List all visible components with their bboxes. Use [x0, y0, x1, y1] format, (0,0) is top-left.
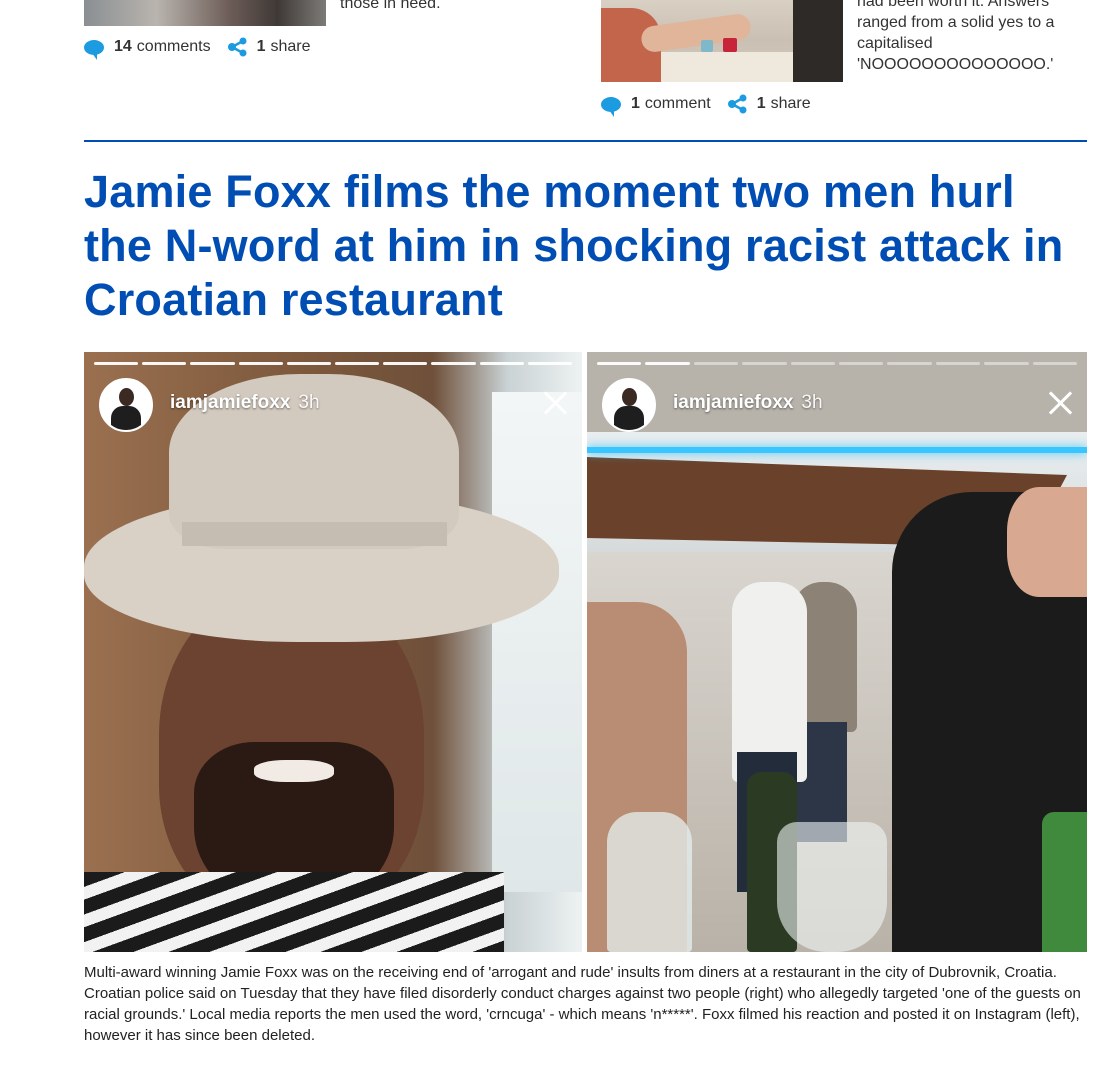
username-text[interactable]: iamjamiefoxx	[673, 392, 793, 413]
article-image-left[interactable]: iamjamiefoxx 3h	[84, 352, 582, 952]
thumbnail-cup	[701, 40, 713, 52]
share-label[interactable]: share	[271, 38, 311, 56]
story-time: 3h	[298, 392, 320, 413]
wine-glass	[777, 822, 887, 952]
teaser-right-snippet: had been worth it. Answers ranged from a…	[857, 0, 1055, 73]
share-label[interactable]: share	[771, 95, 811, 113]
username-text[interactable]: iamjamiefoxx	[170, 392, 290, 413]
water-bottle	[607, 812, 692, 952]
close-icon[interactable]	[542, 390, 568, 416]
comment-count[interactable]: 14	[114, 38, 132, 56]
teaser-left-thumbnail[interactable]	[84, 0, 326, 26]
story-progress-bar	[94, 362, 573, 365]
thumbnail-person	[793, 0, 843, 82]
teaser-right-meta: 1 comment 1 share	[601, 92, 827, 117]
image-caption: Multi-award winning Jamie Foxx was on th…	[84, 964, 1081, 1044]
diner-head	[1007, 487, 1087, 597]
story-time: 3h	[801, 392, 823, 413]
share-count[interactable]: 1	[757, 95, 766, 113]
striped-shirt	[84, 872, 504, 952]
comment-count[interactable]: 1	[631, 95, 640, 113]
thumbnail-cup-red	[723, 38, 737, 52]
close-icon[interactable]	[1047, 390, 1073, 416]
story-progress-bar	[597, 362, 1078, 365]
share-icon[interactable]	[727, 94, 749, 114]
comment-label[interactable]: comment	[645, 95, 711, 113]
story-username[interactable]: iamjamiefoxx 3h	[673, 392, 823, 414]
comment-label[interactable]: comments	[137, 38, 211, 56]
teaser-left-meta: 14 comments 1 share	[84, 35, 327, 60]
teaser-left-snippet: those in need.	[340, 0, 441, 12]
avatar[interactable]	[602, 378, 656, 432]
teaser-right-thumbnail[interactable]	[601, 0, 843, 82]
neon-light	[587, 447, 1087, 453]
green-bottle	[1042, 812, 1087, 952]
comment-bubble-icon[interactable]	[601, 96, 621, 117]
section-divider	[84, 140, 1087, 142]
article-headline[interactable]: Jamie Foxx films the moment two men hurl…	[84, 165, 1094, 327]
story-username[interactable]: iamjamiefoxx 3h	[170, 392, 320, 414]
hat-band	[182, 522, 447, 546]
share-icon[interactable]	[227, 37, 249, 57]
background-window	[492, 392, 582, 892]
article-image-right[interactable]: iamjamiefoxx 3h	[587, 352, 1087, 952]
share-count[interactable]: 1	[257, 38, 266, 56]
mouth	[254, 760, 334, 782]
avatar[interactable]	[99, 378, 153, 432]
comment-bubble-icon[interactable]	[84, 39, 104, 60]
